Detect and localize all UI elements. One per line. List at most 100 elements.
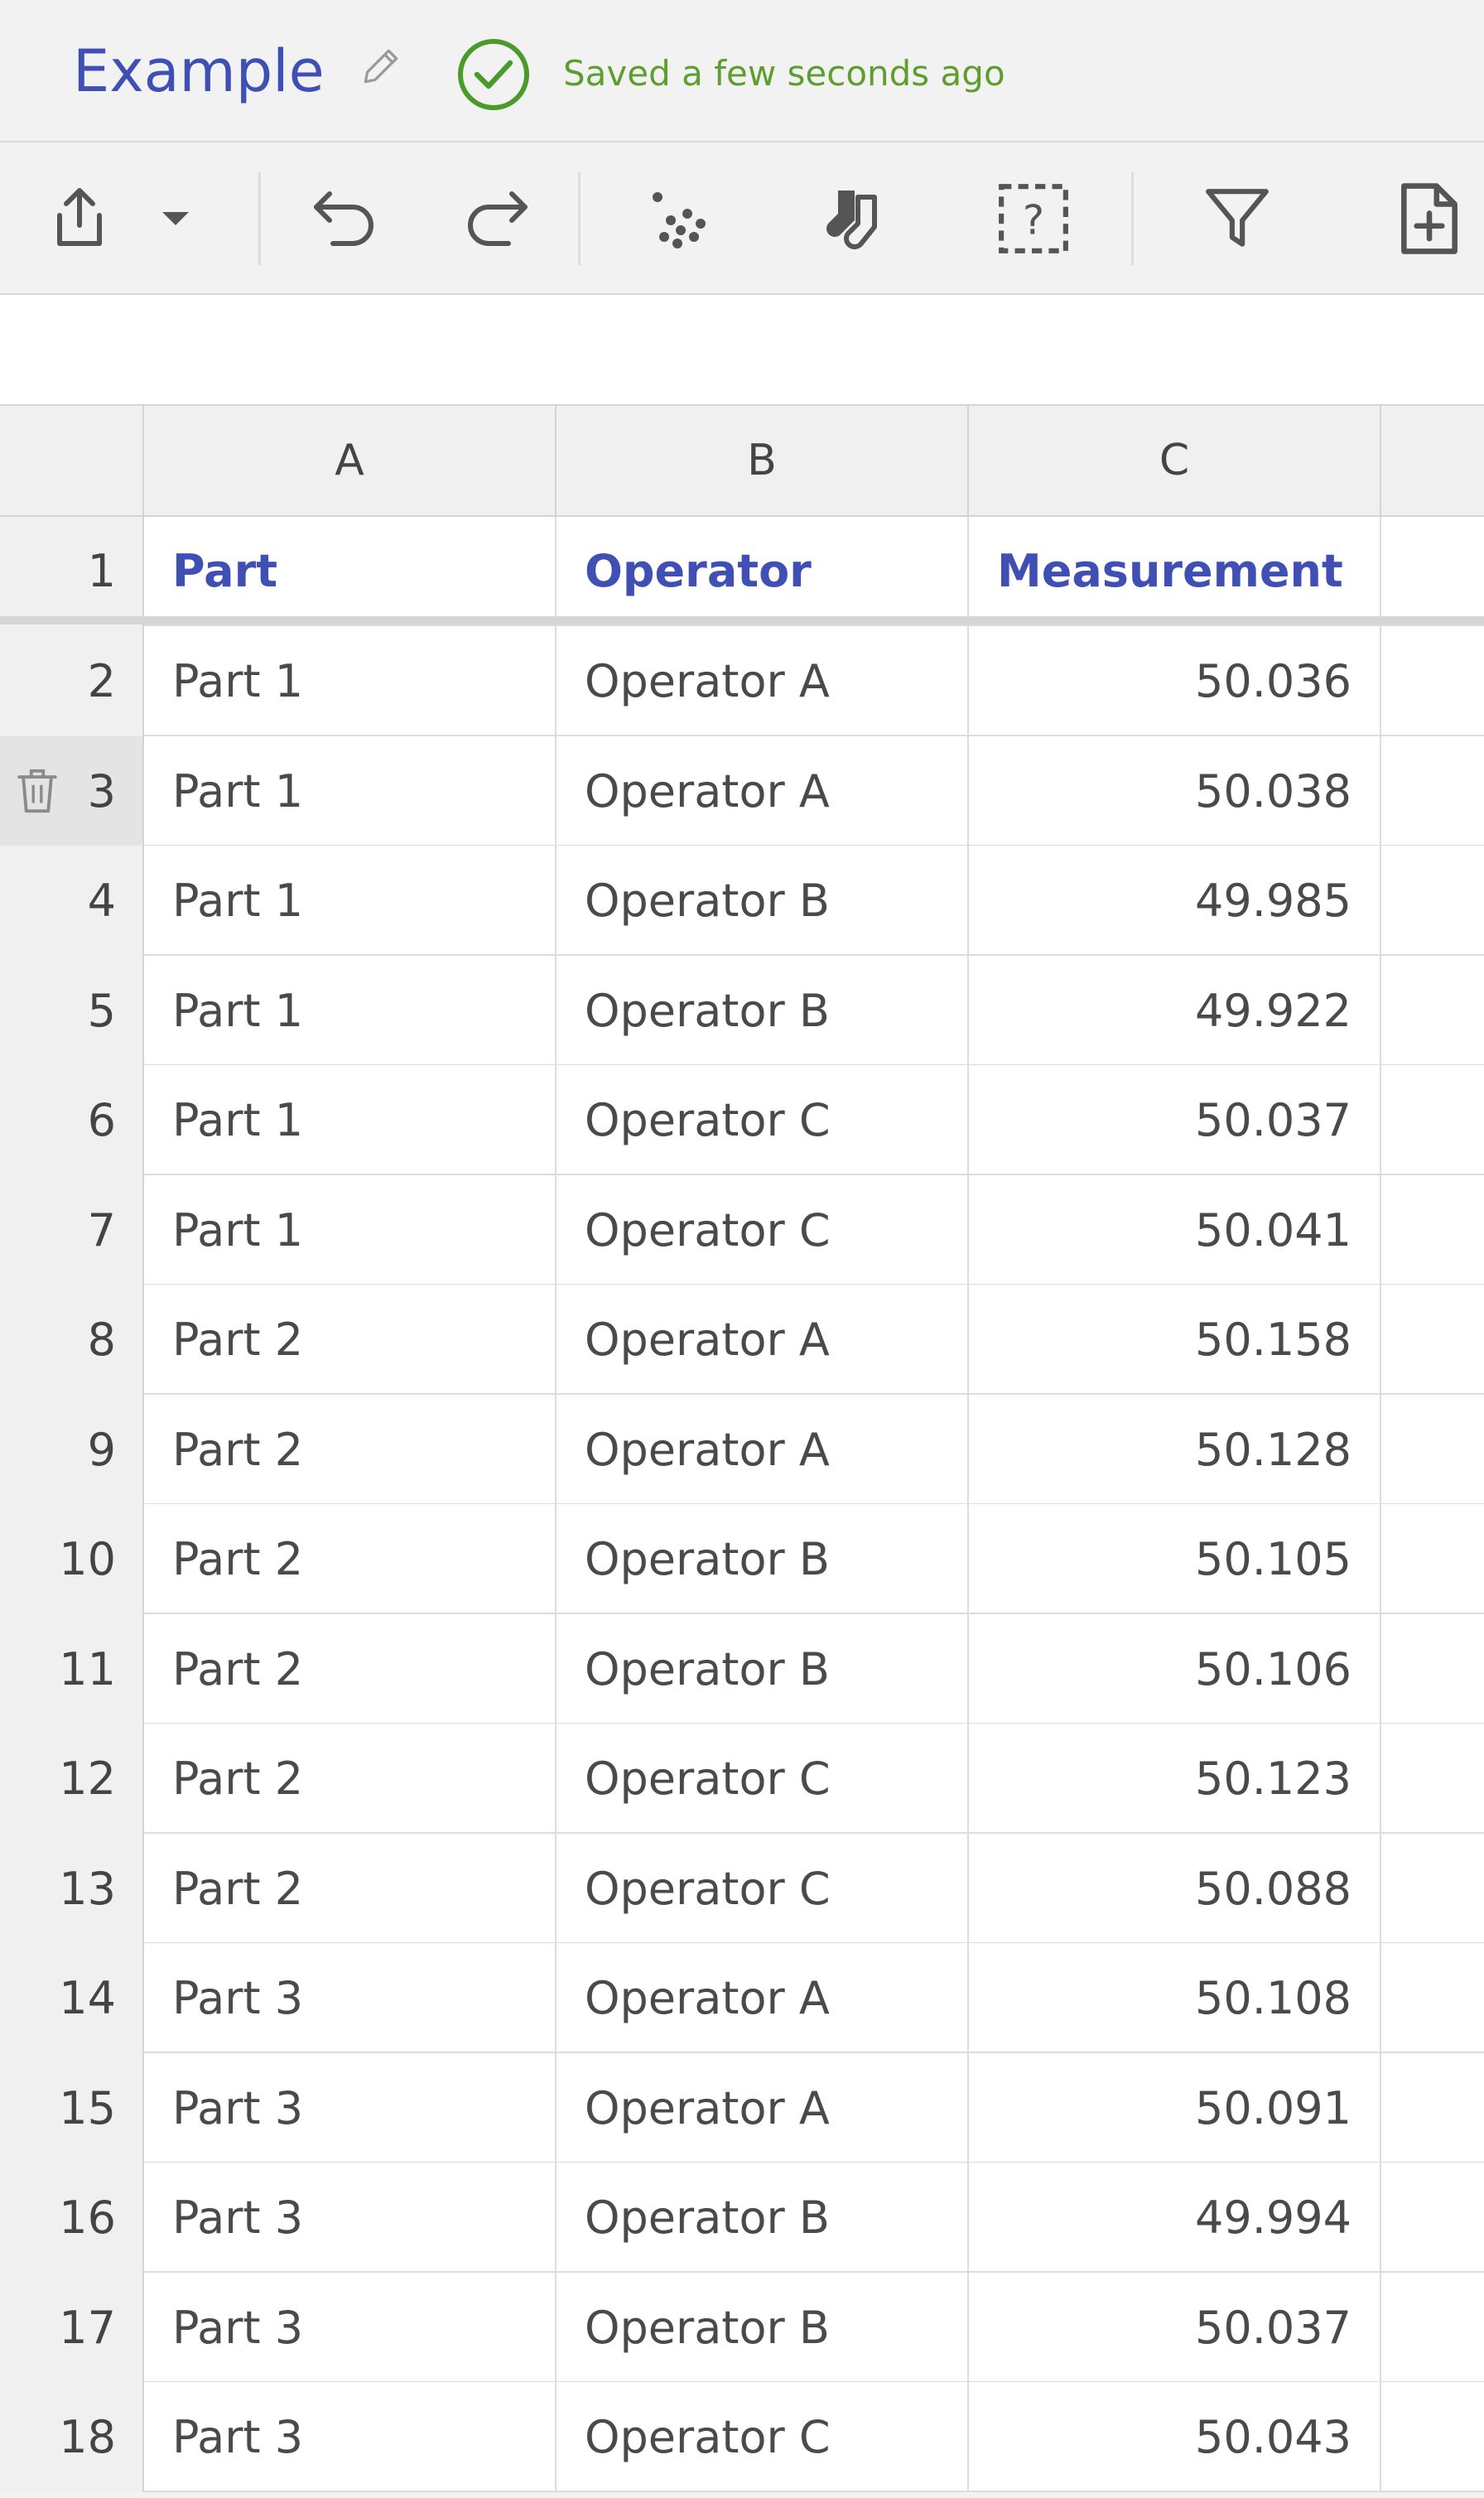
cell-operator[interactable]: Operator A — [556, 1943, 969, 2053]
empty-cell[interactable] — [1381, 2273, 1484, 2383]
cell-measurement[interactable]: 50.037 — [969, 1065, 1381, 1175]
empty-cell[interactable] — [1381, 1285, 1484, 1395]
filter-button[interactable] — [1196, 177, 1279, 260]
undo-button[interactable] — [303, 177, 386, 260]
empty-cell[interactable] — [1381, 1504, 1484, 1614]
cell-operator[interactable]: Operator A — [556, 1285, 969, 1395]
cell-part[interactable]: Part 3 — [144, 2382, 556, 2492]
empty-cell[interactable] — [1381, 1614, 1484, 1724]
column-header-c[interactable]: C — [969, 406, 1381, 517]
cell-operator[interactable]: Operator C — [556, 2382, 969, 2492]
redo-button[interactable] — [455, 177, 538, 260]
cell-measurement[interactable]: 50.128 — [969, 1395, 1381, 1505]
cell-operator[interactable]: Operator A — [556, 626, 969, 736]
row-header[interactable]: 15 — [0, 2053, 144, 2163]
cell-part[interactable]: Part 1 — [144, 1175, 556, 1285]
new-file-button[interactable] — [1388, 177, 1471, 260]
cell-part[interactable]: Part 2 — [144, 1724, 556, 1834]
cell-operator[interactable]: Operator C — [556, 1724, 969, 1834]
cell-measurement[interactable]: 50.036 — [969, 626, 1381, 736]
header-cell-part[interactable]: Part — [144, 517, 556, 626]
row-header[interactable]: 9 — [0, 1395, 144, 1505]
row-header[interactable]: 18 — [0, 2382, 144, 2492]
export-dropdown-button[interactable] — [136, 177, 215, 260]
trash-icon[interactable] — [13, 764, 61, 817]
cell-part[interactable]: Part 1 — [144, 1065, 556, 1175]
cell-operator[interactable]: Operator B — [556, 1614, 969, 1724]
empty-cell[interactable] — [1381, 517, 1484, 626]
cell-part[interactable]: Part 2 — [144, 1285, 556, 1395]
cell-operator[interactable]: Operator A — [556, 1395, 969, 1505]
cell-operator[interactable]: Operator B — [556, 2163, 969, 2273]
empty-cell[interactable] — [1381, 2163, 1484, 2273]
select-all-corner[interactable] — [0, 406, 144, 517]
cell-operator[interactable]: Operator B — [556, 1504, 969, 1614]
cell-part[interactable]: Part 2 — [144, 1614, 556, 1724]
cell-measurement[interactable]: 49.994 — [969, 2163, 1381, 2273]
export-button[interactable] — [38, 177, 121, 260]
cell-part[interactable]: Part 1 — [144, 736, 556, 846]
cell-operator[interactable]: Operator C — [556, 1175, 969, 1285]
row-header[interactable]: 12 — [0, 1724, 144, 1834]
empty-cell[interactable] — [1381, 2053, 1484, 2163]
pencil-edit-icon[interactable] — [358, 43, 404, 89]
row-header[interactable]: 13 — [0, 1834, 144, 1944]
formula-bar[interactable] — [0, 295, 1484, 406]
column-header-a[interactable]: A — [144, 406, 556, 517]
header-cell-operator[interactable]: Operator — [556, 517, 969, 626]
scatter-plot-button[interactable] — [638, 177, 720, 260]
cell-measurement[interactable]: 49.922 — [969, 956, 1381, 1066]
cell-operator[interactable]: Operator C — [556, 1834, 969, 1944]
cell-part[interactable]: Part 2 — [144, 1395, 556, 1505]
cell-measurement[interactable]: 50.037 — [969, 2273, 1381, 2383]
row-header[interactable]: 17 — [0, 2273, 144, 2383]
row-header[interactable]: 14 — [0, 1943, 144, 2053]
cell-measurement[interactable]: 50.106 — [969, 1614, 1381, 1724]
cell-measurement[interactable]: 50.043 — [969, 2382, 1381, 2492]
row-header[interactable]: 10 — [0, 1504, 144, 1614]
row-header[interactable]: 6 — [0, 1065, 144, 1175]
empty-cell[interactable] — [1381, 2382, 1484, 2492]
empty-cell[interactable] — [1381, 626, 1484, 736]
row-header[interactable]: 11 — [0, 1614, 144, 1724]
cell-measurement[interactable]: 50.091 — [969, 2053, 1381, 2163]
row-header[interactable]: 4 — [0, 846, 144, 956]
socks-button[interactable] — [815, 177, 898, 260]
cell-operator[interactable]: Operator A — [556, 2053, 969, 2163]
cell-measurement[interactable]: 50.041 — [969, 1175, 1381, 1285]
header-cell-measurement[interactable]: Measurement — [969, 517, 1381, 626]
cell-measurement[interactable]: 50.123 — [969, 1724, 1381, 1834]
cell-part[interactable]: Part 1 — [144, 956, 556, 1066]
empty-cell[interactable] — [1381, 1175, 1484, 1285]
cell-part[interactable]: Part 2 — [144, 1504, 556, 1614]
cell-operator[interactable]: Operator A — [556, 736, 969, 846]
document-title[interactable]: Example — [73, 36, 325, 106]
cell-part[interactable]: Part 1 — [144, 626, 556, 736]
cell-part[interactable]: Part 3 — [144, 1943, 556, 2053]
help-box-button[interactable]: ? — [992, 177, 1075, 260]
cell-measurement[interactable]: 50.038 — [969, 736, 1381, 846]
cell-operator[interactable]: Operator B — [556, 956, 969, 1066]
cell-part[interactable]: Part 2 — [144, 1834, 556, 1944]
empty-cell[interactable] — [1381, 1724, 1484, 1834]
cell-part[interactable]: Part 1 — [144, 846, 556, 956]
cell-measurement[interactable]: 49.985 — [969, 846, 1381, 956]
cell-part[interactable]: Part 3 — [144, 2163, 556, 2273]
cell-operator[interactable]: Operator B — [556, 2273, 969, 2383]
row-header[interactable]: 16 — [0, 2163, 144, 2273]
column-header-b[interactable]: B — [556, 406, 969, 517]
row-header[interactable]: 5 — [0, 956, 144, 1066]
cell-measurement[interactable]: 50.105 — [969, 1504, 1381, 1614]
cell-operator[interactable]: Operator B — [556, 846, 969, 956]
empty-cell[interactable] — [1381, 736, 1484, 846]
cell-measurement[interactable]: 50.088 — [969, 1834, 1381, 1944]
row-header[interactable]: 2 — [0, 626, 144, 736]
cell-part[interactable]: Part 3 — [144, 2273, 556, 2383]
empty-cell[interactable] — [1381, 846, 1484, 956]
empty-cell[interactable] — [1381, 956, 1484, 1066]
empty-cell[interactable] — [1381, 1065, 1484, 1175]
cell-measurement[interactable]: 50.108 — [969, 1943, 1381, 2053]
cell-part[interactable]: Part 3 — [144, 2053, 556, 2163]
row-header[interactable]: 1 — [0, 517, 144, 626]
row-header[interactable]: 8 — [0, 1285, 144, 1395]
